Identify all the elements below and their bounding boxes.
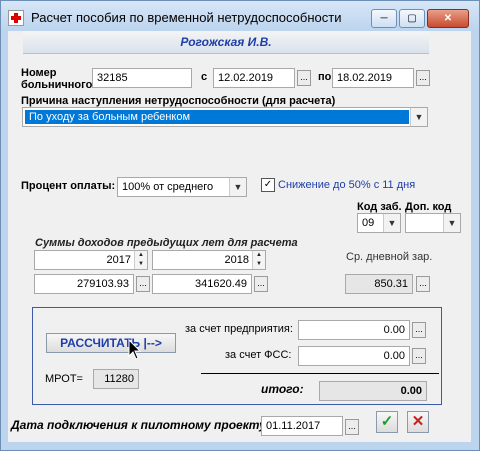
- fss-amount-label: за счет ФСС:: [225, 349, 292, 361]
- spin-arrows-icon[interactable]: ▲ ▼: [252, 251, 265, 269]
- employer-amount-field[interactable]: 0.00: [298, 320, 410, 340]
- window-title: Расчет пособия по временной нетрудоспосо…: [31, 10, 342, 25]
- extra-code-label: Доп. код: [405, 201, 452, 213]
- total-value: 0.00: [319, 381, 427, 401]
- date-from-field[interactable]: 12.02.2019: [213, 68, 295, 88]
- maximize-button[interactable]: ▢: [399, 9, 425, 28]
- spin-arrows-icon[interactable]: ▲ ▼: [134, 251, 147, 269]
- illness-code-select[interactable]: 09 ▼: [357, 213, 401, 233]
- chevron-down-icon: ▼: [410, 108, 427, 126]
- chevron-down-icon: ▼: [229, 178, 246, 196]
- extra-code-select[interactable]: ▼: [405, 213, 461, 233]
- cancel-button[interactable]: ✕: [407, 411, 429, 433]
- app-medical-cross-icon: [8, 10, 24, 26]
- avg-daily-earnings-label: Ср. дневной зар.: [346, 251, 433, 263]
- illness-code-label: Код заб.: [357, 201, 402, 213]
- title-bar[interactable]: Расчет пособия по временной нетрудоспосо…: [1, 1, 479, 31]
- mrot-value: 11280: [93, 369, 139, 389]
- date-to-field[interactable]: 18.02.2019: [332, 68, 414, 88]
- payment-percent-select[interactable]: 100% от среднего ▼: [117, 177, 247, 197]
- app-window: Расчет пособия по временной нетрудоспосо…: [0, 0, 480, 451]
- reduction-checkbox[interactable]: ✓: [261, 178, 275, 192]
- income-section-title: Суммы доходов предыдущих лет для расчета: [35, 237, 298, 249]
- avg-daily-earnings-value: 850.31: [345, 274, 413, 294]
- year2-value: 2018: [224, 254, 249, 266]
- illness-code-value: 09: [362, 217, 375, 229]
- year1-value: 2017: [106, 254, 131, 266]
- mrot-label: МРОТ=: [45, 373, 83, 385]
- pilot-project-date-picker-button[interactable]: ...: [345, 419, 359, 435]
- calculate-button[interactable]: РАССЧИТАТЬ |-->: [46, 333, 176, 353]
- reason-selected-value: По уходу за больным ребенком: [25, 110, 409, 124]
- pilot-project-date-label: Дата подключения к пилотному проекту: [11, 418, 266, 432]
- chevron-down-icon: ▼: [383, 214, 400, 232]
- reason-select[interactable]: По уходу за больным ребенком ▼: [22, 107, 428, 127]
- employee-name-banner: Рогожская И.В.: [23, 31, 429, 54]
- fss-amount-field[interactable]: 0.00: [298, 346, 410, 366]
- income-year1-picker-button[interactable]: ...: [136, 276, 150, 292]
- fss-amount-picker-button[interactable]: ...: [412, 348, 426, 364]
- year1-spinner[interactable]: 2017 ▲ ▼: [34, 250, 148, 270]
- close-button[interactable]: ✕: [427, 9, 469, 28]
- date-from-picker-button[interactable]: ...: [297, 70, 311, 86]
- employer-amount-label: за счет предприятия:: [185, 323, 293, 335]
- pilot-project-date-field[interactable]: 01.11.2017: [261, 416, 343, 436]
- income-year2-field[interactable]: 341620.49: [152, 274, 252, 294]
- date-to-label: по: [318, 71, 332, 83]
- ok-button[interactable]: ✓: [376, 411, 398, 433]
- date-to-picker-button[interactable]: ...: [416, 70, 430, 86]
- income-year1-field[interactable]: 279103.93: [34, 274, 134, 294]
- reason-label: Причина наступления нетрудоспособности (…: [21, 95, 336, 107]
- avg-daily-earnings-picker-button[interactable]: ...: [416, 276, 430, 292]
- year2-spinner[interactable]: 2018 ▲ ▼: [152, 250, 266, 270]
- payment-percent-label: Процент оплаты:: [21, 180, 116, 192]
- mouse-cursor-icon: [128, 339, 142, 360]
- date-from-label: с: [201, 71, 208, 83]
- sick-leave-number-field[interactable]: 32185: [92, 68, 192, 88]
- reduction-label: Снижение до 50% с 11 дня: [278, 179, 416, 191]
- employer-amount-picker-button[interactable]: ...: [412, 322, 426, 338]
- total-divider: [201, 373, 439, 374]
- sick-leave-number-label: Номер больничного: [21, 67, 93, 91]
- chevron-down-icon: ▼: [443, 214, 460, 232]
- payment-percent-value: 100% от среднего: [122, 181, 214, 193]
- income-year2-picker-button[interactable]: ...: [254, 276, 268, 292]
- minimize-button[interactable]: ─: [371, 9, 397, 28]
- total-label: итого:: [261, 382, 304, 396]
